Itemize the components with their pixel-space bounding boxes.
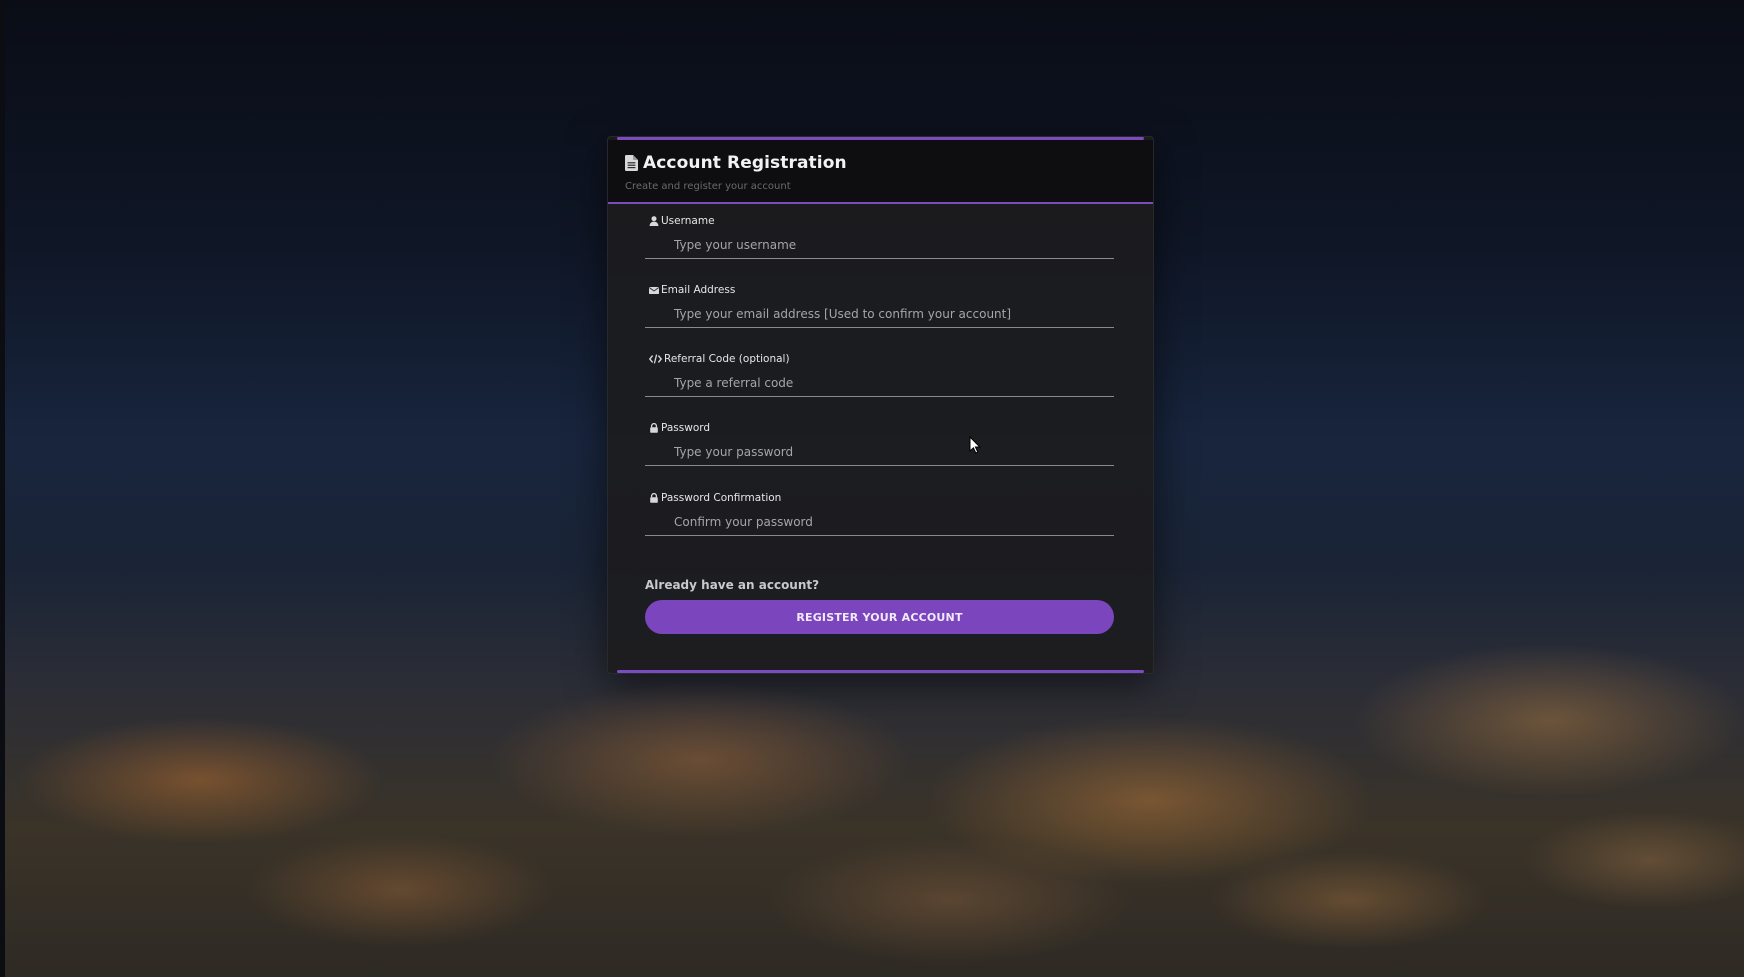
- lock-icon: [649, 422, 659, 433]
- email-label-row: Email Address: [649, 284, 735, 296]
- card-header: Account Registration Create and register…: [608, 140, 1153, 204]
- referral-code-input[interactable]: [645, 369, 1114, 397]
- window-left-edge: [0, 0, 5, 977]
- password-confirmation-label: Password Confirmation: [661, 492, 782, 504]
- username-input[interactable]: [645, 231, 1114, 259]
- email-label: Email Address: [661, 284, 736, 296]
- password-confirmation-field: Password Confirmation: [645, 492, 1114, 547]
- mouse-cursor-icon: [969, 435, 981, 454]
- referral-label-row: Referral Code (optional): [648, 353, 790, 365]
- user-icon: [649, 216, 659, 226]
- password-confirmation-label-row: Password Confirmation: [649, 492, 781, 504]
- username-label-row: Username: [649, 215, 715, 227]
- referral-code-label: Referral Code (optional): [664, 353, 790, 365]
- password-confirmation-input[interactable]: [645, 508, 1114, 536]
- register-button[interactable]: REGISTER YOUR ACCOUNT: [645, 600, 1114, 634]
- username-field: Username: [645, 215, 1114, 270]
- referral-code-field: Referral Code (optional): [645, 353, 1114, 408]
- page-subtitle: Create and register your account: [625, 181, 791, 192]
- code-icon: [648, 354, 663, 364]
- email-input[interactable]: [645, 300, 1114, 328]
- registration-card: Account Registration Create and register…: [607, 136, 1154, 674]
- password-label: Password: [661, 422, 711, 434]
- password-label-row: Password: [649, 422, 710, 434]
- password-input[interactable]: [645, 438, 1114, 466]
- lock-icon: [649, 492, 659, 503]
- header-title-row: Account Registration: [625, 153, 847, 173]
- email-field: Email Address: [645, 284, 1114, 339]
- password-field: Password: [645, 422, 1114, 477]
- bottom-accent-bar: [617, 670, 1144, 673]
- page-title: Account Registration: [643, 153, 847, 173]
- login-link[interactable]: Already have an account?: [645, 578, 819, 592]
- document-icon: [625, 155, 638, 171]
- envelope-icon: [649, 285, 659, 295]
- username-label: Username: [661, 215, 715, 227]
